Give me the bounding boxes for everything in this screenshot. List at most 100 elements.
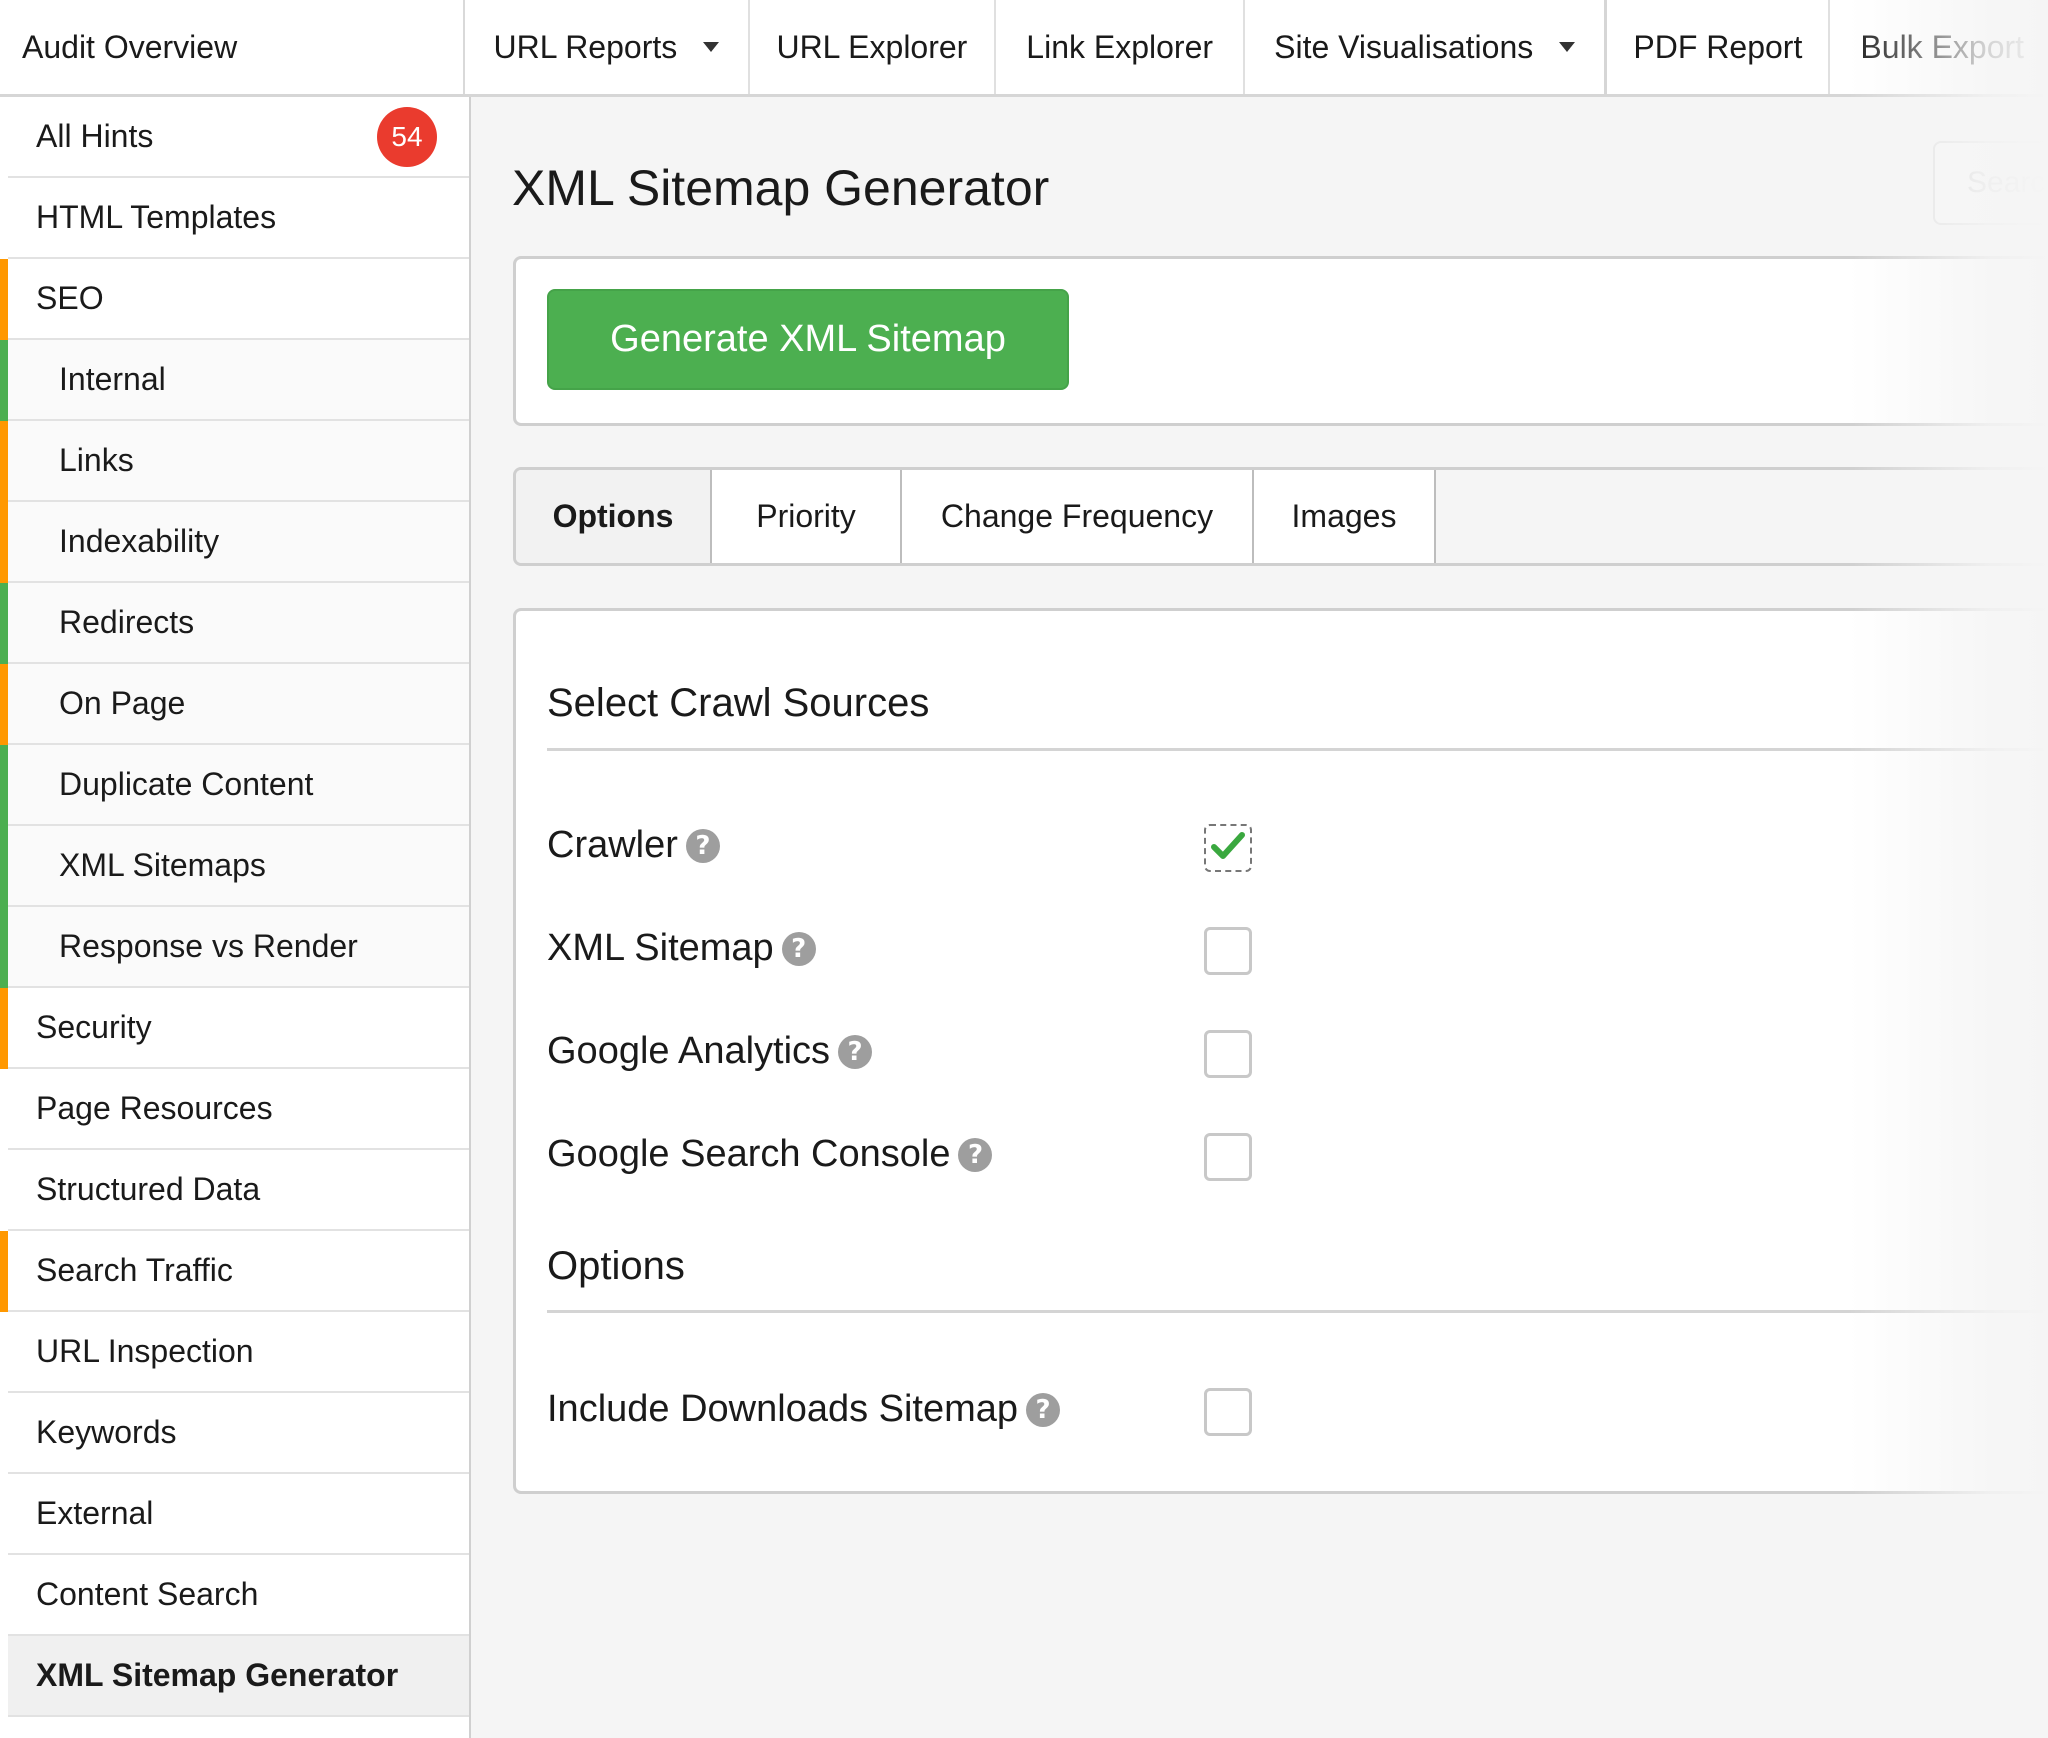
sidebar-item-label: URL Inspection [36,1333,254,1369]
sidebar-item-structured-data[interactable]: Structured Data [8,1150,469,1231]
sidebar-item-url-inspection[interactable]: URL Inspection [8,1312,469,1393]
help-icon[interactable]: ? [958,1137,993,1172]
sidebar-item-label: Links [59,442,134,478]
status-indicator [0,745,8,826]
tab-change-frequency[interactable]: Change Frequency [902,470,1254,563]
option-label: Google Search Console [547,1133,951,1175]
help-icon[interactable]: ? [685,828,720,863]
nav-pdf-report[interactable]: PDF Report [1607,0,1831,94]
sidebar-item-label: Page Resources [36,1090,273,1126]
help-icon[interactable]: ? [838,1034,873,1069]
status-indicator [0,988,8,1069]
sidebar-item-redirects[interactable]: Redirects [0,583,469,664]
options-panel: Select Crawl Sources Options Crawler? XML… [513,608,2048,1494]
sidebar-item-security[interactable]: Security [0,988,469,1069]
sidebar-item-label: Structured Data [36,1171,261,1207]
options-heading: Options [547,1244,685,1288]
status-indicator [0,1474,8,1555]
help-icon[interactable]: ? [1026,1392,1061,1427]
sidebar-item-on-page[interactable]: On Page [0,664,469,745]
sidebar-item-keywords[interactable]: Keywords [8,1393,469,1474]
divider [547,748,2048,751]
tab-priority[interactable]: Priority [712,470,902,563]
sidebar-item-xml-sitemaps[interactable]: XML Sitemaps [0,826,469,907]
sidebar: All Hints 54 HTML Templates SEO Internal Link… [0,97,471,1738]
sidebar-item-label: All Hints [36,118,154,154]
option-label: Google Analytics [547,1030,831,1072]
divider [547,1310,2048,1313]
status-indicator [0,1555,8,1636]
status-indicator [0,907,8,988]
caret-down-icon [703,42,720,52]
sidebar-item-label: Duplicate Content [59,766,314,802]
nav-pdf-report-label: PDF Report [1633,28,1803,65]
nav-url-explorer[interactable]: URL Explorer [750,0,997,94]
sidebar-item-label: Security [36,1009,152,1045]
checkbox-include-downloads-sitemap[interactable] [1204,1388,1252,1436]
help-icon[interactable]: ? [781,931,816,966]
sidebar-item-content-search[interactable]: Content Search [8,1555,469,1636]
nav-audit-overview[interactable]: Audit Overview [0,0,466,94]
option-label: Crawler [547,824,678,866]
tab-options[interactable]: Options [516,470,712,563]
sidebar-item-label: Keywords [36,1414,177,1450]
top-navigation: Audit Overview URL Reports URL Explorer … [0,0,2048,97]
hint-count-badge: 54 [377,106,437,167]
page-title: XML Sitemap Generator [512,160,1050,216]
nav-url-reports[interactable]: URL Reports [465,0,750,94]
nav-url-explorer-label: URL Explorer [776,28,968,65]
sidebar-item-indexability[interactable]: Indexability [0,502,469,583]
sidebar-item-label: Redirects [59,604,195,640]
crawl-sources-heading: Select Crawl Sources [547,681,930,725]
sidebar-item-search-traffic[interactable]: Search Traffic [0,1231,469,1312]
status-indicator [0,1312,8,1393]
sidebar-item-label: Indexability [59,523,220,559]
nav-site-visualisations[interactable]: Site Visualisations [1245,0,1608,94]
status-indicator [0,178,8,259]
status-indicator [0,664,8,745]
option-xml-sitemap: XML Sitemap? [547,927,816,970]
generate-xml-sitemap-button[interactable]: Generate XML Sitemap [547,289,1069,390]
status-indicator [0,1150,8,1231]
checkbox-google-analytics[interactable] [1204,1030,1252,1078]
status-indicator [0,583,8,664]
status-indicator [0,1069,8,1150]
option-crawler: Crawler? [547,824,720,867]
sidebar-item-xml-sitemap-generator[interactable]: XML Sitemap Generator [8,1636,469,1717]
status-indicator [0,259,8,340]
status-indicator [0,502,8,583]
option-google-analytics: Google Analytics? [547,1030,873,1073]
nav-link-explorer[interactable]: Link Explorer [996,0,1246,94]
nav-site-visualisations-label: Site Visualisations [1274,28,1534,65]
sidebar-item-label: XML Sitemap Generator [36,1657,399,1693]
sidebar-item-all-hints[interactable]: All Hints 54 [8,97,469,178]
sidebar-item-external[interactable]: External [8,1474,469,1555]
sidebar-item-label: Search Traffic [36,1252,233,1288]
sidebar-item-page-resources[interactable]: Page Resources [8,1069,469,1150]
status-indicator [0,1636,8,1717]
generate-panel: Generate XML Sitemap [513,256,2048,426]
sidebar-item-response-vs-render[interactable]: Response vs Render [0,907,469,988]
sidebar-item-label: SEO [36,280,104,316]
sidebar-item-links[interactable]: Links [0,421,469,502]
search-input[interactable]: Search [1933,141,2048,225]
checkbox-crawler[interactable] [1204,824,1252,872]
checkmark-icon [1211,831,1245,866]
checkbox-google-search-console[interactable] [1204,1133,1252,1181]
status-indicator [0,1231,8,1312]
caret-down-icon [1559,42,1576,52]
sidebar-item-duplicate-content[interactable]: Duplicate Content [0,745,469,826]
sidebar-item-html-templates[interactable]: HTML Templates [8,178,469,259]
sidebar-item-label: XML Sitemaps [59,847,266,883]
status-indicator [0,1393,8,1474]
sidebar-item-label: Internal [59,361,166,397]
nav-link-explorer-label: Link Explorer [1026,28,1214,65]
checkbox-xml-sitemap[interactable] [1204,927,1252,975]
sidebar-item-internal[interactable]: Internal [0,340,469,421]
tab-images[interactable]: Images [1254,470,1436,563]
nav-bulk-export[interactable]: Bulk Export [1830,0,2048,94]
main-content: XML Sitemap Generator Search Generate XM… [473,97,2048,1738]
sidebar-item-label: Content Search [36,1576,259,1612]
sidebar-item-seo[interactable]: SEO [0,259,469,340]
sidebar-item-label: HTML Templates [36,199,277,235]
